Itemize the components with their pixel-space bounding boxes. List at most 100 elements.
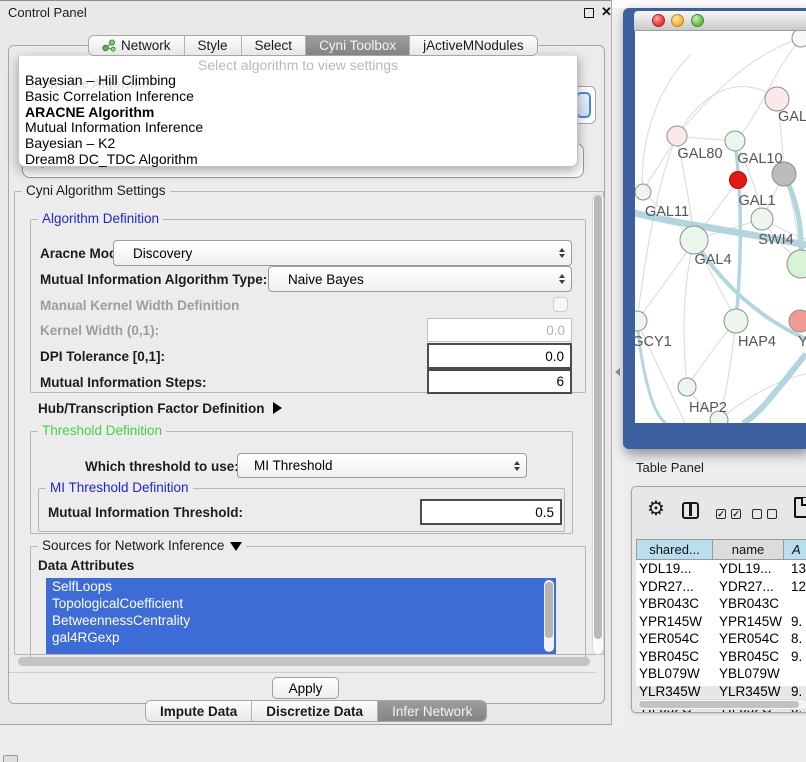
columns-icon[interactable] xyxy=(682,502,699,519)
mi-steps-field[interactable]: 6 xyxy=(427,369,572,394)
apply-button[interactable]: Apply xyxy=(272,677,339,699)
dpi-tolerance-field[interactable]: 0.0 xyxy=(427,343,572,369)
network-canvas[interactable]: GAL GAL80 GAL10 GAL1 GAL11 SWI4 GAL4 GCY… xyxy=(635,31,806,423)
minimized-panel-icon[interactable] xyxy=(3,755,18,762)
unchecked-checkbox-icon[interactable] xyxy=(752,509,762,519)
table-header-row: shared... name A xyxy=(636,539,806,560)
column-header[interactable]: A xyxy=(784,539,806,560)
hub-section-toggle[interactable]: Hub/Transcription Factor Definition xyxy=(38,401,282,416)
svg-text:GAL11: GAL11 xyxy=(645,204,689,220)
dropdown-item-selected[interactable]: ARACNE Algorithm xyxy=(23,105,573,121)
tab-impute-data[interactable]: Impute Data xyxy=(146,701,252,721)
node-salmon[interactable] xyxy=(789,310,806,332)
column-header[interactable]: name xyxy=(713,539,784,560)
tab-discretize-data[interactable]: Discretize Data xyxy=(252,701,378,721)
separator xyxy=(9,672,596,673)
sources-legend[interactable]: Sources for Network Inference xyxy=(38,538,246,553)
tab-network[interactable]: Network xyxy=(89,36,185,55)
list-item[interactable]: gal4RGexp xyxy=(46,629,556,646)
node-hap4[interactable] xyxy=(724,309,748,333)
float-window-icon[interactable] xyxy=(584,8,594,18)
cyni-settings-legend: Cyni Algorithm Settings xyxy=(22,183,170,198)
focused-stepper-icon[interactable] xyxy=(576,92,591,118)
column-header[interactable]: shared... xyxy=(636,539,713,560)
document-icon[interactable] xyxy=(794,497,806,518)
network-view-window[interactable]: GAL GAL80 GAL10 GAL1 GAL11 SWI4 GAL4 GCY… xyxy=(623,8,806,449)
collapse-arrow-icon xyxy=(230,542,242,551)
list-item-partial[interactable] xyxy=(46,646,556,654)
table-row[interactable]: YBR045CYBR045C9. xyxy=(636,648,806,666)
table-row[interactable]: YDR27...YDR27...12 xyxy=(636,578,806,596)
close-traffic-light-icon[interactable] xyxy=(652,14,665,27)
close-icon[interactable]: ✕ xyxy=(601,4,612,20)
list-item[interactable]: TopologicalCoefficient xyxy=(46,595,556,612)
svg-text:GAL: GAL xyxy=(778,109,806,125)
node-labels: GAL GAL80 GAL10 GAL1 GAL11 SWI4 GAL4 GCY… xyxy=(635,109,806,416)
attributes-scrollbar[interactable] xyxy=(544,580,554,652)
tab-cyni-toolbox[interactable]: Cyni Toolbox xyxy=(306,36,410,55)
node-gal10[interactable] xyxy=(725,131,745,151)
network-window-titlebar[interactable] xyxy=(634,11,806,31)
which-threshold-select[interactable]: MI Threshold xyxy=(237,453,527,478)
unchecked-checkbox-icon[interactable] xyxy=(767,509,777,519)
bottom-tab-bar: Impute Data Discretize Data Infer Networ… xyxy=(145,700,487,722)
table-row[interactable]: YDL19...YDL19...13 xyxy=(636,560,806,578)
control-panel-titlebar: Control Panel ✕ xyxy=(0,1,611,25)
mi-threshold-label: Mutual Information Threshold: xyxy=(48,505,243,520)
dropdown-item[interactable]: Bayesian – K2 xyxy=(23,136,573,152)
table-row[interactable]: YER054CYER054C8. xyxy=(636,630,806,648)
list-item[interactable]: BetweennessCentrality xyxy=(46,612,556,629)
table-row[interactable]: YBL079WYBL079W xyxy=(636,665,806,683)
dropdown-item[interactable]: Dream8 DC_TDC Algorithm xyxy=(23,152,573,168)
data-attributes-label: Data Attributes xyxy=(38,558,134,573)
data-attributes-list[interactable]: SelfLoops TopologicalCoefficient Between… xyxy=(46,578,556,654)
manual-kernel-checkbox[interactable] xyxy=(553,297,568,312)
checked-checkbox-icon[interactable] xyxy=(716,509,726,519)
table-toolbar: ⚙ xyxy=(632,487,806,539)
settings-horizontal-scrollbar[interactable] xyxy=(18,657,590,666)
checked-checkbox-icon[interactable] xyxy=(731,509,741,519)
dropdown-item[interactable]: Mutual Information Inference xyxy=(23,120,573,136)
node-attribute-table: shared... name A YDL19...YDL19...13 YDR2… xyxy=(636,539,806,686)
dpi-tolerance-label: DPI Tolerance [0,1]: xyxy=(40,349,165,364)
zoom-traffic-light-icon[interactable] xyxy=(691,14,704,27)
settings-vertical-scrollbar[interactable] xyxy=(592,193,604,655)
expand-arrow-icon xyxy=(273,402,282,414)
tab-jactivemnodules[interactable]: jActiveMNodules xyxy=(410,36,537,55)
table-row[interactable]: YLR345WYLR345W9. xyxy=(636,683,806,701)
svg-text:GCY1: GCY1 xyxy=(635,334,672,350)
aracne-mode-select[interactable]: Discovery xyxy=(113,240,572,266)
tab-select[interactable]: Select xyxy=(242,36,307,55)
table-panel-title: Table Panel xyxy=(636,460,704,475)
splitter-arrow-icon[interactable] xyxy=(615,368,620,376)
scrollbar-thumb[interactable] xyxy=(594,195,602,639)
mi-threshold-field[interactable]: 0.5 xyxy=(420,499,562,525)
tab-style[interactable]: Style xyxy=(185,36,242,55)
kernel-width-field[interactable]: 0.0 xyxy=(427,318,572,342)
dropdown-item[interactable]: Bayesian – Hill Climbing xyxy=(23,73,573,89)
node-gal2[interactable] xyxy=(765,87,789,111)
svg-text:HAP2: HAP2 xyxy=(689,400,727,416)
minimize-traffic-light-icon[interactable] xyxy=(671,14,684,27)
scrollbar-thumb[interactable] xyxy=(545,582,553,638)
node-gal4[interactable] xyxy=(680,226,708,254)
dropdown-item[interactable]: Basic Correlation Inference xyxy=(23,89,573,105)
table-horizontal-scrollbar[interactable] xyxy=(636,699,806,710)
node-gcy1[interactable] xyxy=(635,311,647,331)
list-item[interactable]: SelfLoops xyxy=(46,578,556,595)
gear-icon[interactable]: ⚙ xyxy=(647,499,665,519)
node-swi4[interactable] xyxy=(787,250,806,278)
table-row[interactable]: YPR145WYPR145W9. xyxy=(636,613,806,631)
node[interactable] xyxy=(792,31,806,47)
node-red[interactable] xyxy=(730,172,747,189)
dropdown-placeholder: Select algorithm to view settings xyxy=(19,57,577,73)
table-row[interactable]: YBR043CYBR043C xyxy=(636,595,806,613)
tab-infer-network[interactable]: Infer Network xyxy=(378,701,486,721)
scrollbar-thumb[interactable] xyxy=(639,701,799,708)
svg-text:GAL10: GAL10 xyxy=(737,151,782,167)
node-gal80[interactable] xyxy=(667,126,687,146)
node-gal1[interactable] xyxy=(751,208,773,230)
node-hap2[interactable] xyxy=(678,378,696,396)
node-gal11[interactable] xyxy=(635,184,651,200)
mi-type-select[interactable]: Naive Bayes xyxy=(268,266,572,292)
